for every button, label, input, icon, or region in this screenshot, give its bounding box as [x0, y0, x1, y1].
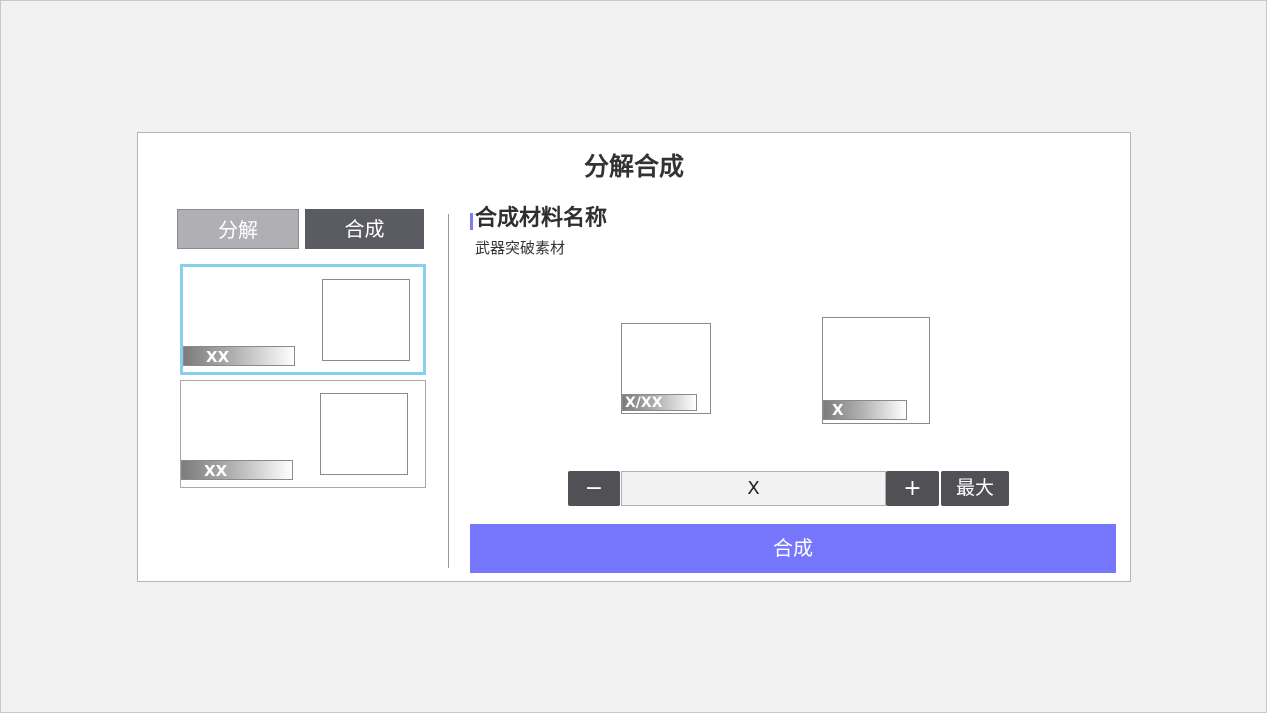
panel-divider — [448, 214, 449, 568]
compose-dialog: 分解合成 分解 合成 XX XX 合成材料名称 武器突破素材 X/XX X − … — [137, 132, 1131, 582]
material-count-bar: XX — [183, 346, 295, 366]
material-list-item[interactable]: XX — [180, 380, 426, 488]
compose-button[interactable]: 合成 — [470, 524, 1116, 573]
tab-decompose[interactable]: 分解 — [177, 209, 299, 249]
material-count-bar: XX — [181, 460, 293, 480]
material-type: 武器突破素材 — [475, 239, 566, 257]
dialog-title: 分解合成 — [583, 152, 684, 181]
source-count-bar: X/XX — [622, 394, 697, 411]
tab-compose[interactable]: 合成 — [305, 209, 424, 249]
increase-quantity-button[interactable]: + — [886, 471, 939, 506]
max-quantity-button[interactable]: 最大 — [941, 471, 1009, 506]
material-name: 合成材料名称 — [475, 206, 608, 231]
source-material-slot[interactable]: X/XX — [621, 323, 711, 414]
material-thumbnail — [320, 393, 408, 475]
decrease-quantity-button[interactable]: − — [568, 471, 620, 506]
material-thumbnail — [322, 279, 410, 361]
quantity-input[interactable] — [621, 471, 886, 506]
result-count-bar: X — [823, 400, 907, 420]
result-material-slot[interactable]: X — [822, 317, 930, 424]
title-accent-mark — [470, 213, 473, 230]
material-list-item[interactable]: XX — [180, 264, 426, 375]
